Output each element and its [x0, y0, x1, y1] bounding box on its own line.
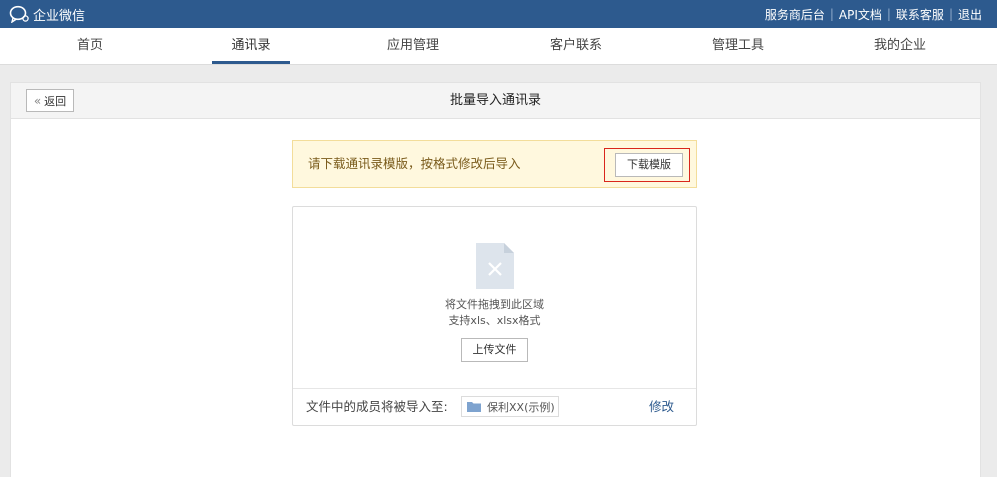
- main-nav: 首页 通讯录 应用管理 客户联系 管理工具 我的企业: [0, 28, 997, 65]
- nav-home[interactable]: 首页: [40, 28, 140, 64]
- drop-hint-text: 将文件拖拽到此区域: [445, 298, 544, 311]
- file-placeholder-icon: [476, 243, 514, 289]
- drop-hint: 将文件拖拽到此区域 支持xls、xlsx格式: [293, 297, 696, 329]
- double-chevron-left-icon: «: [33, 93, 42, 108]
- link-contact-support[interactable]: 联系客服: [896, 6, 944, 23]
- folder-icon: [467, 402, 481, 412]
- notice-text: 请下载通讯录模版，按格式修改后导入: [308, 156, 521, 171]
- department-name: 保利XX(示例): [487, 400, 555, 414]
- divider: |: [886, 7, 891, 21]
- upload-file-button[interactable]: 上传文件: [461, 338, 528, 362]
- back-button-label: 返回: [44, 94, 67, 108]
- top-bar: 企业微信 服务商后台 | API文档 | 联系客服 | 退出: [0, 0, 997, 28]
- link-service-provider[interactable]: 服务商后台: [765, 6, 825, 23]
- divider: |: [948, 7, 953, 21]
- divider: |: [829, 7, 834, 21]
- format-hint-text: 支持xls、xlsx格式: [448, 314, 541, 327]
- nav-customer-contact[interactable]: 客户联系: [526, 28, 626, 64]
- nav-contacts[interactable]: 通讯录: [212, 28, 290, 64]
- nav-my-company[interactable]: 我的企业: [850, 28, 950, 64]
- import-destination-row: 文件中的成员将被导入至: 保利XX(示例) 修改: [293, 388, 696, 425]
- panel-header: 批量导入通讯录 « 返回: [11, 83, 980, 119]
- link-logout[interactable]: 退出: [958, 6, 982, 23]
- template-notice: 请下载通讯录模版，按格式修改后导入 下载模版: [292, 140, 697, 188]
- edit-destination-link[interactable]: 修改: [649, 389, 674, 425]
- import-destination-label: 文件中的成员将被导入至:: [306, 399, 448, 414]
- back-button[interactable]: « 返回: [26, 89, 74, 112]
- download-template-button[interactable]: 下载模版: [615, 153, 683, 177]
- department-chip: 保利XX(示例): [461, 396, 559, 417]
- nav-app-management[interactable]: 应用管理: [363, 28, 463, 64]
- top-links: 服务商后台 | API文档 | 联系客服 | 退出: [765, 0, 982, 28]
- page-title: 批量导入通讯录: [449, 93, 541, 108]
- app-logo[interactable]: 企业微信: [9, 5, 86, 24]
- wecom-logo-icon: [9, 5, 29, 23]
- active-tab-indicator: [212, 61, 290, 64]
- app-name: 企业微信: [33, 8, 86, 24]
- nav-management-tools[interactable]: 管理工具: [688, 28, 788, 64]
- upload-dropzone[interactable]: 将文件拖拽到此区域 支持xls、xlsx格式 上传文件 文件中的成员将被导入至:…: [292, 206, 697, 426]
- link-api-docs[interactable]: API文档: [839, 6, 882, 23]
